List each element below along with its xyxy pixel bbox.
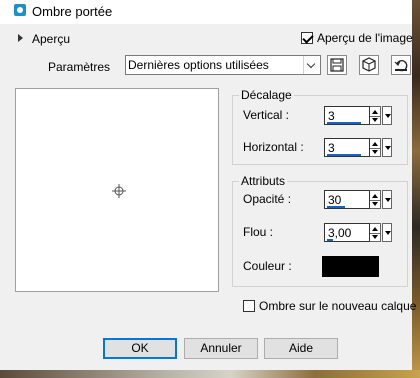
preview-canvas[interactable] [15, 88, 219, 292]
color-swatch[interactable] [322, 256, 379, 277]
blur-spinbox[interactable]: 3,00 [324, 223, 392, 242]
vertical-slider-bar [327, 122, 361, 124]
preset-select-value: Dernières options utilisées [128, 58, 269, 72]
dialog-app-icon [14, 4, 26, 16]
parameters-label: Paramètres [48, 60, 111, 74]
horizontal-value: 3 [328, 141, 335, 155]
new-layer-label[interactable]: Ombre sur le nouveau calque [259, 299, 416, 313]
random-preset-button[interactable] [359, 55, 379, 75]
attributes-group-title: Attributs [239, 174, 288, 188]
color-label: Couleur : [243, 259, 292, 273]
opacity-input[interactable]: 30 [324, 190, 370, 209]
offset-group-title: Décalage [239, 88, 294, 102]
blur-dropdown-icon[interactable] [382, 223, 392, 242]
expand-arrow-icon[interactable] [18, 34, 23, 42]
window-title: Ombre portée [32, 4, 113, 19]
horizontal-label: Horizontal : [243, 140, 304, 154]
horizontal-slider-bar [327, 154, 361, 156]
vertical-input[interactable]: 3 [324, 106, 370, 125]
preset-select[interactable]: Dernières options utilisées [125, 55, 321, 75]
new-layer-checkbox[interactable] [243, 300, 255, 312]
vertical-stepper[interactable] [370, 106, 381, 125]
save-preset-icon [330, 58, 344, 72]
preview-crosshair-icon [112, 184, 126, 198]
blur-input[interactable]: 3,00 [324, 223, 370, 242]
opacity-slider-bar [327, 206, 345, 208]
image-preview-checkbox[interactable] [301, 32, 313, 44]
blur-value: 3,00 [328, 226, 352, 240]
help-button[interactable]: Aide [264, 338, 338, 359]
blur-label: Flou : [243, 225, 274, 239]
horizontal-spinbox[interactable]: 3 [324, 138, 392, 157]
horizontal-stepper[interactable] [370, 138, 381, 157]
save-preset-button[interactable] [327, 55, 347, 75]
opacity-stepper[interactable] [370, 190, 381, 209]
cancel-button[interactable]: Annuler [184, 338, 258, 359]
horizontal-input[interactable]: 3 [324, 138, 370, 157]
ok-button[interactable]: OK [103, 338, 177, 359]
blur-stepper[interactable] [370, 223, 381, 242]
reset-preset-button[interactable] [391, 55, 411, 75]
vertical-label: Vertical : [243, 108, 290, 122]
preview-toggle-label[interactable]: Aperçu [32, 32, 70, 46]
image-preview-label[interactable]: Aperçu de l'image [317, 31, 413, 45]
vertical-value: 3 [328, 109, 335, 123]
opacity-dropdown-icon[interactable] [382, 190, 392, 209]
opacity-value: 30 [328, 193, 342, 207]
title-bar[interactable]: Ombre portée [0, 0, 412, 24]
reset-icon [394, 60, 408, 72]
vertical-dropdown-icon[interactable] [382, 106, 392, 125]
blur-slider-bar [327, 239, 333, 241]
background-image-edge [412, 0, 420, 378]
chevron-down-icon[interactable] [303, 56, 320, 74]
opacity-label: Opacité : [243, 192, 292, 206]
random-cube-icon [362, 57, 376, 72]
background-image-edge-bottom [0, 370, 420, 378]
opacity-spinbox[interactable]: 30 [324, 190, 392, 209]
vertical-spinbox[interactable]: 3 [324, 106, 392, 125]
horizontal-dropdown-icon[interactable] [382, 138, 392, 157]
